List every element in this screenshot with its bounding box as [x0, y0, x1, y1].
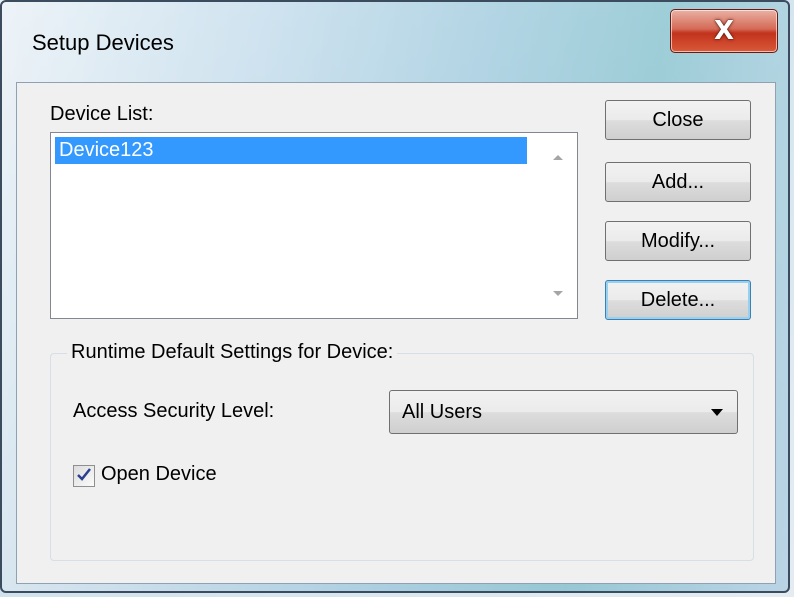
device-list[interactable]: Device123	[50, 132, 578, 319]
scroll-up-icon[interactable]	[553, 155, 563, 160]
chevron-down-icon	[711, 409, 723, 416]
access-security-label: Access Security Level:	[73, 400, 275, 422]
open-device-label[interactable]: Open Device	[101, 463, 217, 486]
close-icon: X	[713, 16, 735, 46]
delete-button[interactable]: Delete...	[605, 280, 751, 320]
open-device-checkbox[interactable]	[73, 465, 95, 487]
window-title: Setup Devices	[32, 30, 174, 55]
list-item[interactable]: Device123	[55, 137, 527, 164]
setup-devices-window: Setup Devices X Device List: Device123 C…	[0, 0, 790, 593]
runtime-settings-title: Runtime Default Settings for Device:	[67, 341, 398, 364]
device-list-label: Device List:	[50, 103, 154, 125]
dialog-body: Device List: Device123 Close Add... Modi…	[16, 82, 776, 584]
access-security-value: All Users	[402, 401, 483, 423]
access-security-dropdown[interactable]: All Users	[389, 390, 738, 434]
window-close-button[interactable]: X	[670, 9, 778, 53]
modify-button[interactable]: Modify...	[605, 221, 751, 261]
close-button[interactable]: Close	[605, 100, 751, 140]
runtime-settings-group	[50, 353, 754, 561]
add-button[interactable]: Add...	[605, 162, 751, 202]
title-bar[interactable]: Setup Devices X	[2, 2, 788, 82]
list-scrollbar[interactable]	[539, 133, 577, 318]
scroll-down-icon[interactable]	[553, 291, 563, 296]
checkmark-icon	[77, 468, 91, 481]
